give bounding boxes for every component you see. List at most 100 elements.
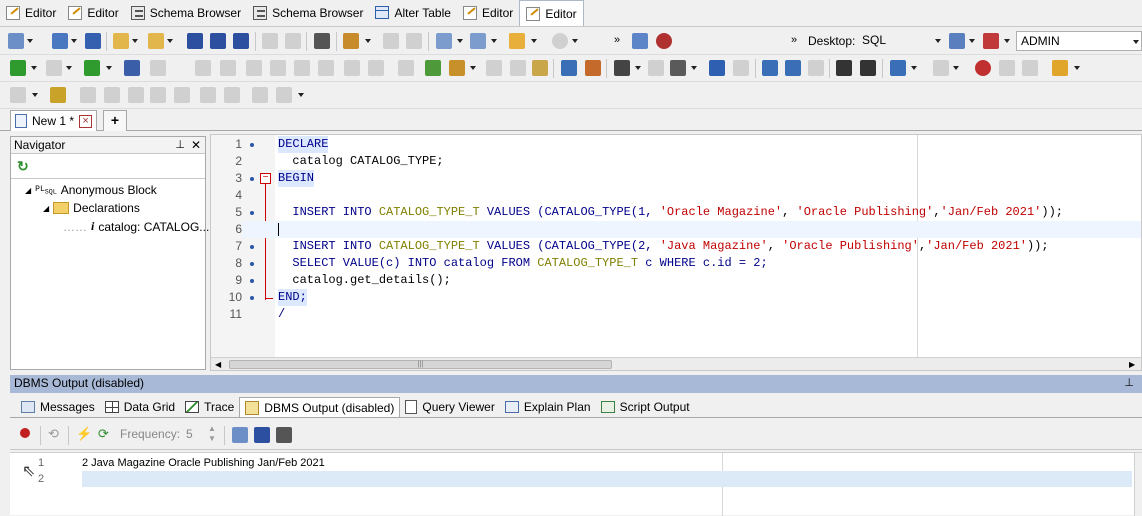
add-tab-button[interactable]: +: [103, 110, 127, 131]
window-layout-icon[interactable]: [436, 33, 452, 49]
frequency-spinner-icon[interactable]: ▲ ▼: [208, 424, 216, 444]
output-tab-trace[interactable]: Trace: [180, 397, 239, 417]
code-line[interactable]: 8 SELECT VALUE(c) INTO catalog FROM CATA…: [211, 255, 1141, 272]
session-3-icon: [150, 87, 166, 103]
window-tab-schema-browser-1[interactable]: Schema Browser: [125, 0, 247, 25]
polling-icon[interactable]: ⟳: [98, 426, 109, 442]
save-all-icon[interactable]: [233, 33, 249, 49]
save-as-icon[interactable]: [210, 33, 226, 49]
tree-node-catalog[interactable]: …… i catalog: CATALOG...: [63, 219, 209, 234]
code-line[interactable]: 3 BEGIN: [211, 170, 1141, 187]
copy-output-icon[interactable]: [232, 427, 248, 443]
window-tab-editor-1[interactable]: Editor: [0, 0, 62, 25]
undo-icon[interactable]: [709, 60, 725, 76]
output-tab-messages[interactable]: Messages: [16, 397, 100, 417]
open-folder-icon[interactable]: [113, 33, 129, 49]
code-line[interactable]: 10 END;: [211, 289, 1141, 306]
tree-node-declarations[interactable]: ◢ Declarations: [43, 201, 140, 215]
window-tab-editor-active[interactable]: Editor: [519, 0, 584, 26]
desktop-select[interactable]: SQL: [858, 31, 944, 51]
pin-icon[interactable]: ⊥: [175, 137, 185, 153]
commit-icon[interactable]: [425, 60, 441, 76]
scroll-thumb[interactable]: |||: [229, 360, 612, 369]
collapse-arrow-icon[interactable]: ◢: [43, 204, 49, 213]
save-icon[interactable]: [187, 33, 203, 49]
code-line[interactable]: 7 INSERT INTO CATALOG_TYPE_T VALUES (CAT…: [211, 238, 1141, 255]
calendar-icon[interactable]: [632, 33, 648, 49]
outdent-icon[interactable]: [860, 60, 876, 76]
collapse-arrow-icon[interactable]: ◢: [25, 186, 31, 195]
sql-editor[interactable]: − 1 DECLARE 2 catalog CATALOG_TYPE; 3 BEGI…: [210, 134, 1142, 371]
sql-editor-icon[interactable]: [52, 33, 68, 49]
overflow-chevron-icon[interactable]: »: [791, 34, 797, 46]
output-tab-data-grid[interactable]: Data Grid: [100, 397, 180, 417]
code-line[interactable]: 5 INSERT INTO CATALOG_TYPE_T VALUES (CAT…: [211, 204, 1141, 221]
desktop-value: SQL: [862, 33, 887, 47]
dbms-output-area[interactable]: ⇖ 1 2 Java Magazine Oracle Publishing Ja…: [10, 452, 1142, 516]
connect-icon[interactable]: [8, 33, 24, 49]
open-recent-icon[interactable]: [148, 33, 164, 49]
close-connection-icon[interactable]: [983, 33, 999, 49]
horizontal-scrollbar[interactable]: ◀ ||| ▶: [211, 357, 1141, 370]
binoculars-icon[interactable]: [614, 60, 630, 76]
stop-icon[interactable]: [975, 60, 991, 76]
favorites-icon[interactable]: [509, 33, 525, 49]
code-line[interactable]: 9 catalog.get_details();: [211, 272, 1141, 289]
connection-select[interactable]: ADMIN: [1016, 31, 1142, 51]
execute-current-icon[interactable]: [84, 60, 100, 76]
lowercase-icon[interactable]: [785, 60, 801, 76]
output-tab-script-output[interactable]: Script Output: [596, 397, 695, 417]
find-next-icon: [648, 60, 664, 76]
indent-icon[interactable]: [836, 60, 852, 76]
columns-icon[interactable]: [561, 60, 577, 76]
export-icon[interactable]: [585, 60, 601, 76]
history-icon: [552, 33, 568, 49]
code-line[interactable]: 4: [211, 187, 1141, 204]
close-icon[interactable]: ✕: [191, 137, 201, 153]
vertical-scrollbar[interactable]: [1134, 453, 1142, 516]
output-tab-query-viewer[interactable]: Query Viewer: [400, 397, 499, 417]
close-tab-icon[interactable]: ×: [79, 114, 93, 128]
new-connection-icon[interactable]: [949, 33, 965, 49]
comment-icon[interactable]: [890, 60, 906, 76]
replace-ab-icon[interactable]: [670, 60, 686, 76]
explain-icon[interactable]: [124, 60, 140, 76]
settings-icon[interactable]: [50, 87, 66, 103]
capitalize-icon: [808, 60, 824, 76]
rollback-icon[interactable]: [449, 60, 465, 76]
disconnect-icon[interactable]: [85, 33, 101, 49]
code-line-current[interactable]: 6: [211, 221, 1141, 238]
tools-icon[interactable]: [343, 33, 359, 49]
pin-icon[interactable]: ⊥: [1124, 375, 1134, 392]
scroll-left-icon[interactable]: ◀: [215, 360, 221, 369]
window-tab-editor-2[interactable]: Editor: [62, 0, 124, 25]
output-tab-dbms-output[interactable]: DBMS Output (disabled): [239, 397, 401, 417]
auto-refresh-icon[interactable]: ⚡: [76, 426, 92, 442]
window-tab-editor-3[interactable]: Editor: [457, 0, 519, 25]
window-tab-schema-browser-2[interactable]: Schema Browser: [247, 0, 369, 25]
spellcheck-icon[interactable]: [1052, 60, 1068, 76]
frequency-value[interactable]: 5: [186, 427, 193, 441]
run-to-cursor-icon: [318, 60, 334, 76]
document-tab-new-1[interactable]: New 1 * ×: [10, 110, 98, 131]
overflow-chevron-icon[interactable]: »: [614, 34, 620, 46]
code-line[interactable]: 1 DECLARE: [211, 136, 1141, 153]
save-output-icon[interactable]: [254, 427, 270, 443]
search-icon[interactable]: [656, 33, 672, 49]
uppercase-icon[interactable]: [762, 60, 778, 76]
output-tab-explain-plan[interactable]: Explain Plan: [500, 397, 596, 417]
tree-node-anonymous-block[interactable]: ◢ PLSQL Anonymous Block: [25, 183, 157, 197]
session-8-icon: [276, 87, 292, 103]
code-line[interactable]: 11/: [211, 306, 1141, 323]
window-tab-alter-table[interactable]: Alter Table: [369, 0, 456, 25]
clipboard-icon[interactable]: [532, 60, 548, 76]
code-line[interactable]: 2 catalog CATALOG_TYPE;: [211, 153, 1141, 170]
window-list-icon[interactable]: [470, 33, 486, 49]
print-output-icon[interactable]: [276, 427, 292, 443]
alter-table-icon: [375, 6, 390, 19]
scroll-right-icon[interactable]: ▶: [1129, 360, 1135, 369]
print-icon[interactable]: [314, 33, 330, 49]
refresh-icon[interactable]: ↻: [17, 158, 29, 175]
record-icon[interactable]: [20, 428, 30, 438]
execute-icon[interactable]: [10, 60, 26, 76]
